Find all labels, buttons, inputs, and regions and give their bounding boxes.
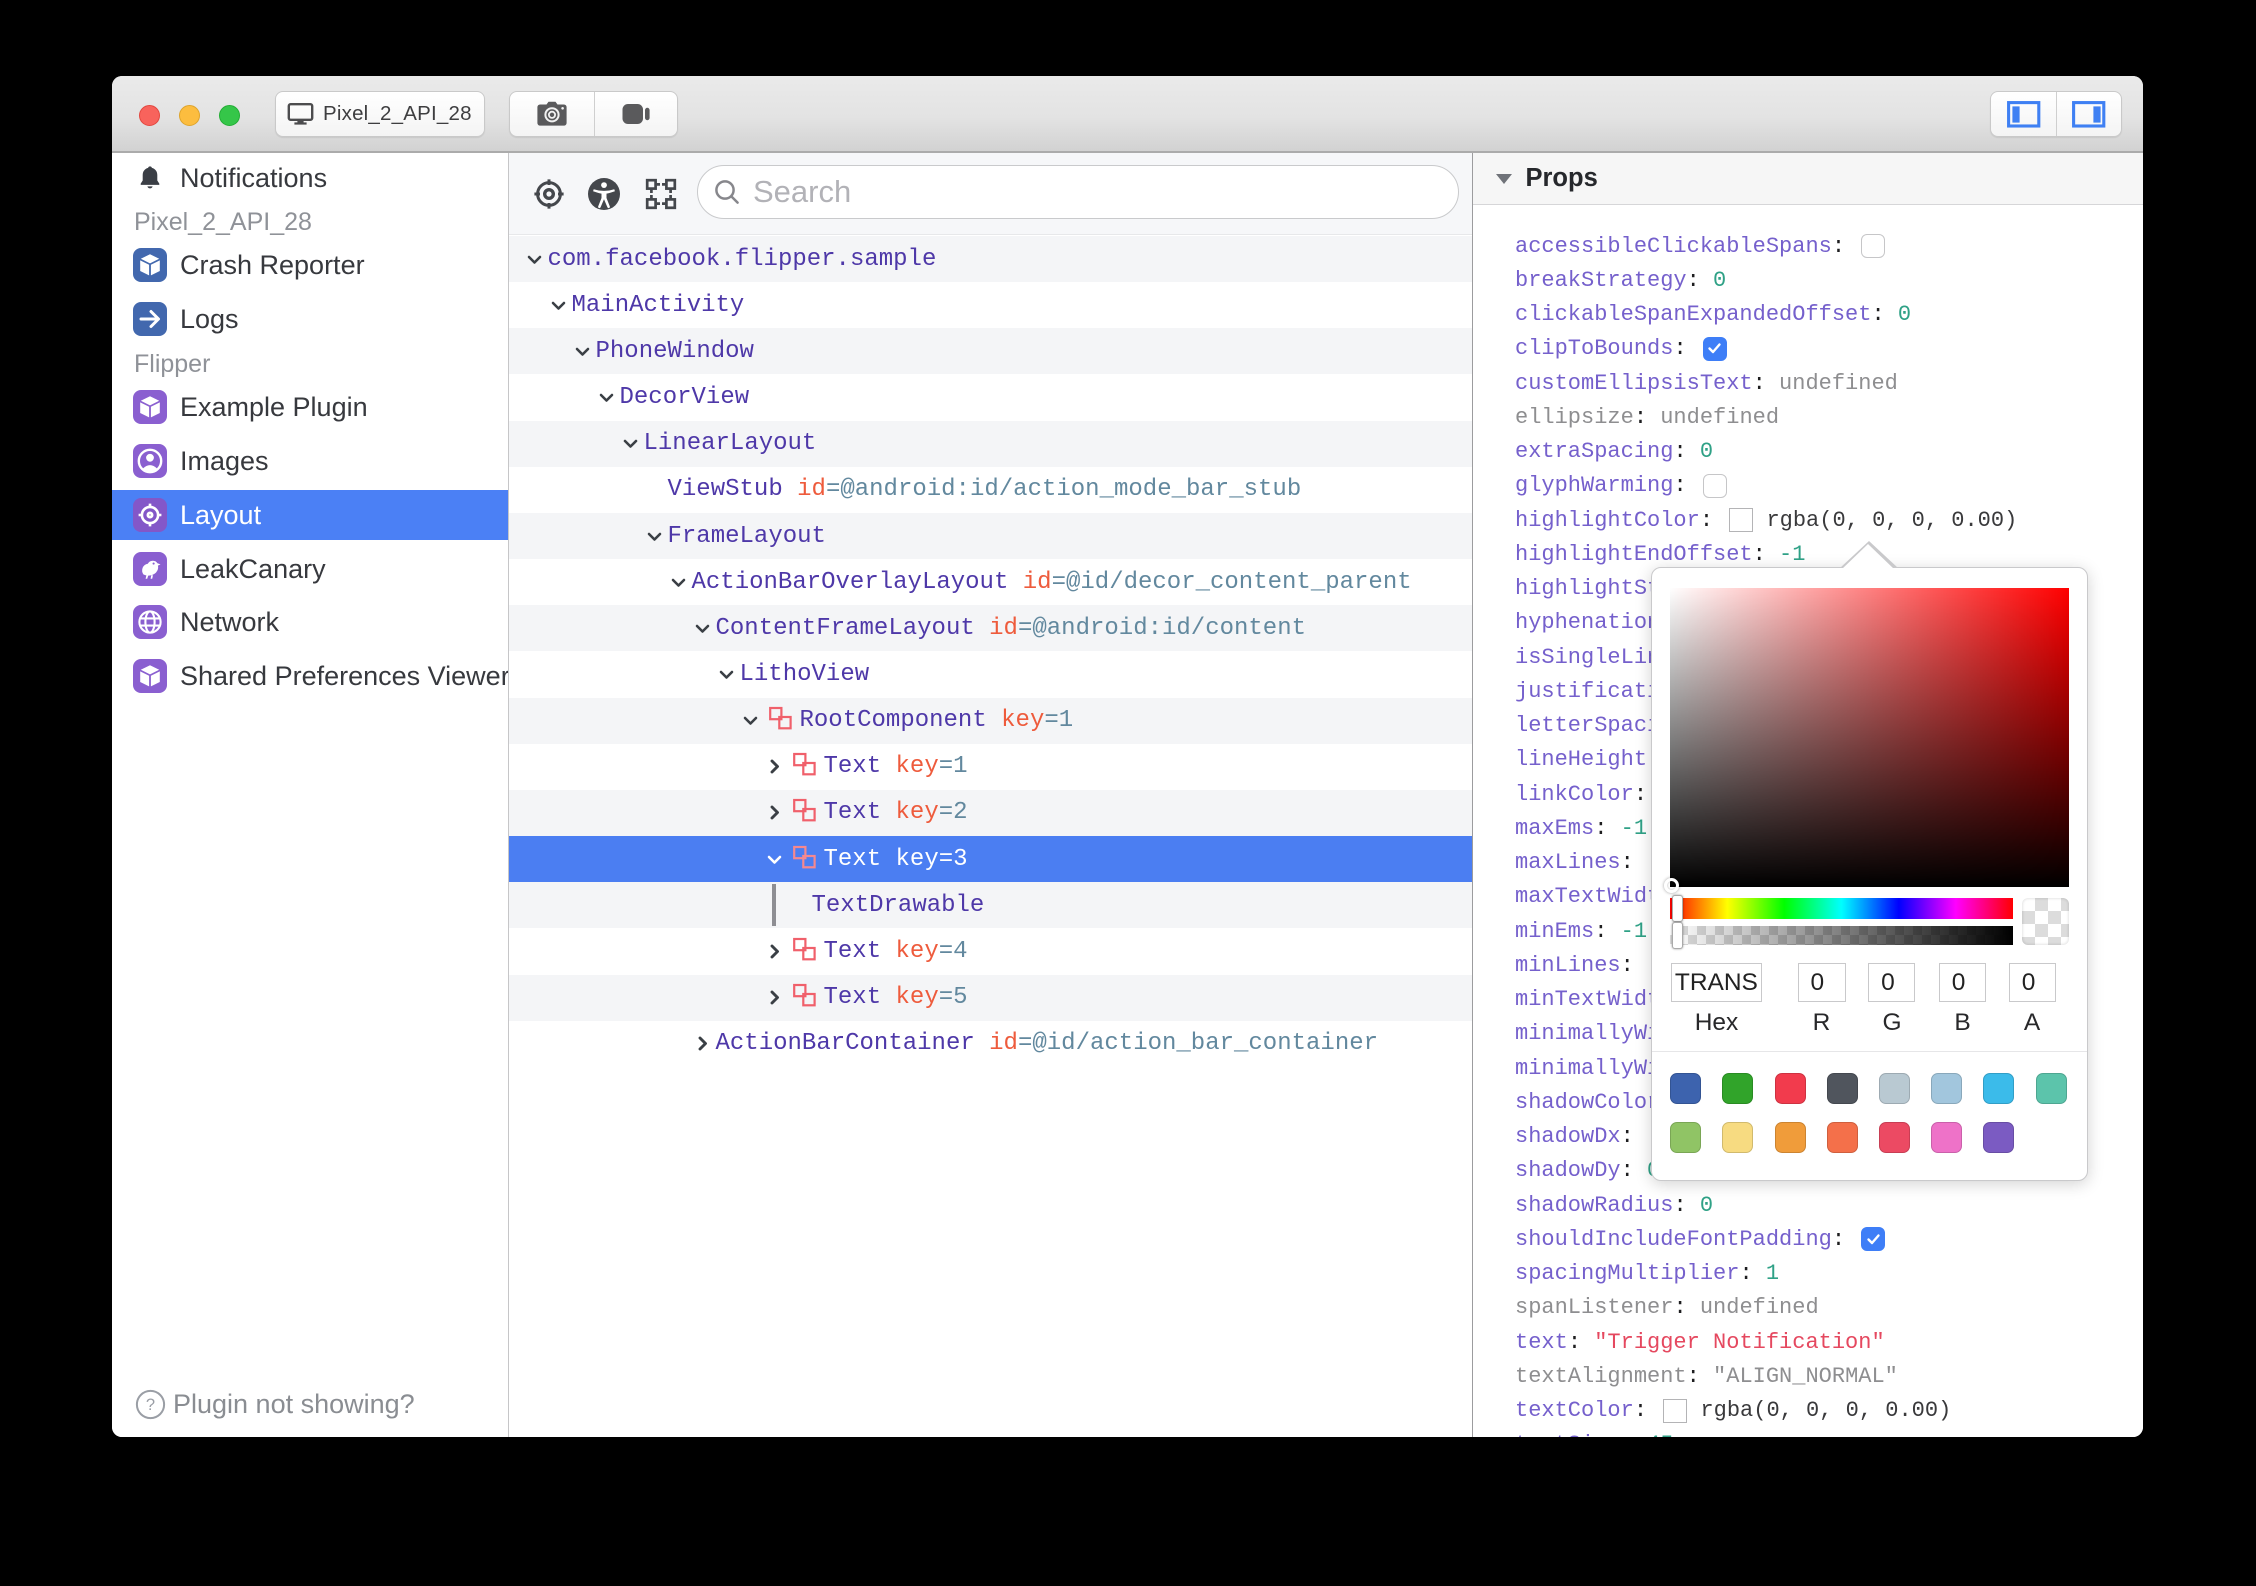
svg-text:?: ? bbox=[145, 1396, 154, 1414]
